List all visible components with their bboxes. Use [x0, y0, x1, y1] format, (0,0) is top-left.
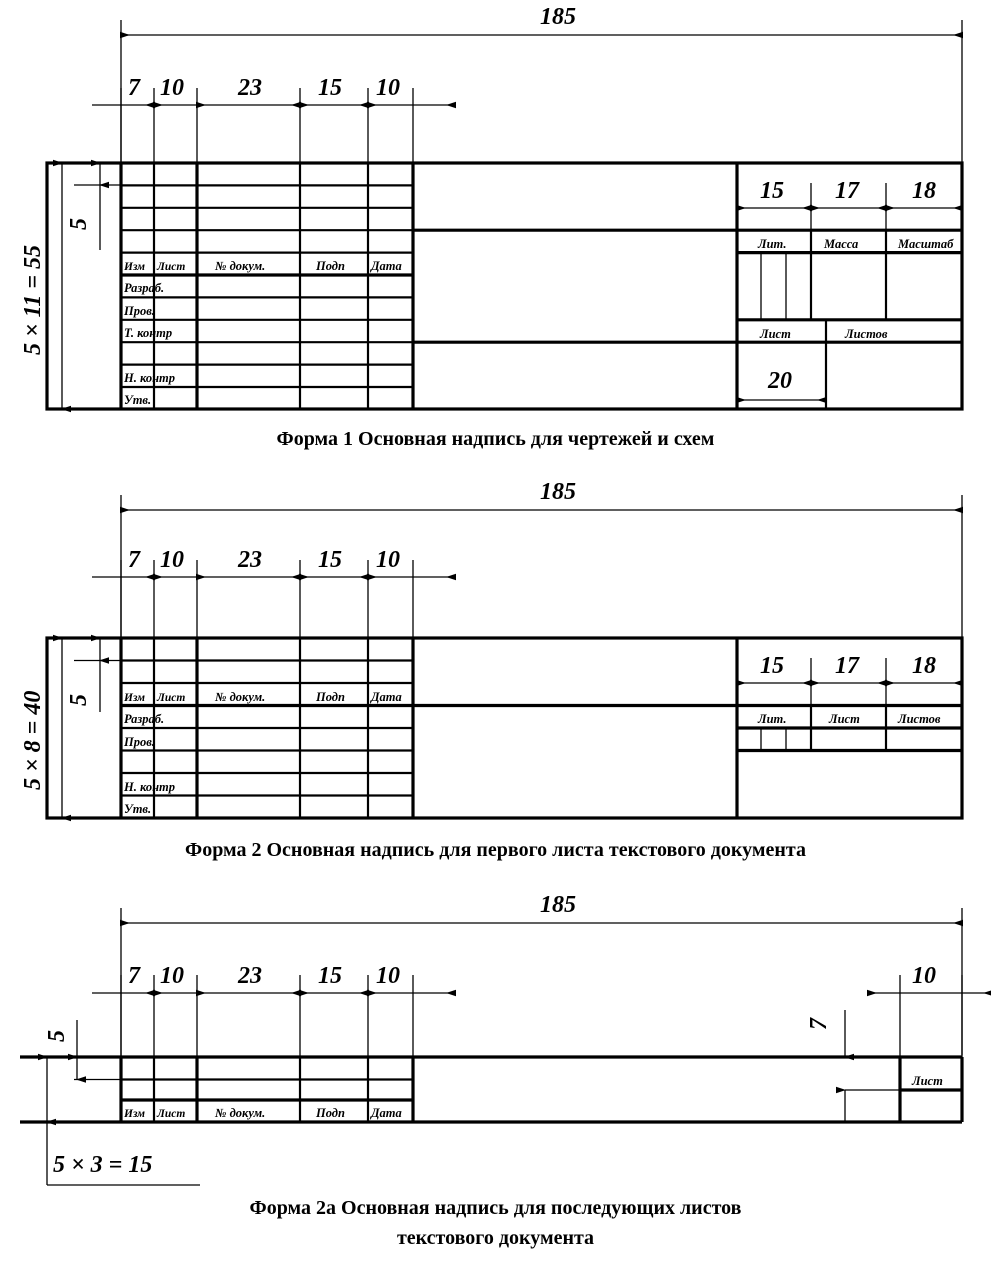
form1-cell-labels: Изм Лист № докум. Подп Дата Разраб. Пров… — [123, 237, 954, 407]
form1-hdr-list: Лист — [156, 261, 185, 273]
form2a-hdr-izm: Изм — [123, 1108, 145, 1120]
form1-lbl-lit: Лит. — [757, 237, 787, 251]
form2a-dim-col-10b: 10 — [376, 963, 400, 989]
form2-hdr-data: Дата — [370, 690, 402, 704]
form1-caption: Форма 1 Основная надпись для чертежей и … — [276, 428, 715, 450]
form1-dim-col-10a: 10 — [160, 75, 184, 101]
form2a-hdr-list: Лист — [156, 1108, 185, 1120]
form2-group: 185 7 10 23 15 10 5 × 8 = 40 5 15 17 18 … — [20, 479, 964, 822]
form1-dim-row-5: 5 — [66, 218, 92, 230]
form1-lbl-massa: Масса — [823, 237, 858, 251]
form2a-dim-right-10: 10 — [912, 963, 936, 989]
form2a-dim-height: 5 × 3 = 15 5 — [20, 1020, 200, 1186]
form2-dim-row-5: 5 — [66, 694, 92, 706]
form1-role-nkontr: Н. контр — [123, 371, 175, 385]
form2a-hdr-podp: Подп — [315, 1106, 345, 1120]
form2a-cell-labels: Изм Лист № докум. Подп Дата — [123, 1106, 402, 1120]
form1-dim-columns: 7 10 23 15 10 — [92, 75, 456, 170]
form2-hdr-podp: Подп — [315, 690, 345, 704]
form1-role-prov: Пров. — [123, 304, 155, 318]
form1-dim-col-23: 23 — [237, 75, 262, 101]
form2a-caption-line2: текстового документа — [396, 1227, 595, 1249]
form2-role-razrab: Разраб. — [124, 712, 164, 726]
form2-caption: Форма 2 Основная надпись для первого лис… — [185, 839, 806, 861]
form2-left-rows — [121, 659, 413, 797]
form1-dim-20: 20 — [736, 368, 827, 404]
form1-hdr-podp: Подп — [315, 259, 345, 273]
form2-dim-185-label: 185 — [540, 479, 576, 505]
form2-lbl-listov: Листов — [897, 712, 941, 726]
form1-role-utv: Утв. — [124, 393, 151, 407]
form2-role-prov: Пров. — [123, 735, 155, 749]
form1-hdr-izm: Изм — [123, 261, 145, 273]
form2-dim-right-18: 18 — [912, 653, 936, 679]
form2a-dim-col-15: 15 — [318, 963, 342, 989]
form2a-dim-col-10a: 10 — [160, 963, 184, 989]
form1-group: 185 7 10 23 15 10 5 × 11 = 55 5 15 17 18… — [20, 4, 964, 413]
form2-dim-right-15: 15 — [760, 653, 784, 679]
form2-dim-height: 5 × 8 = 40 5 — [20, 634, 121, 822]
form1-dim-col-15: 15 — [318, 75, 342, 101]
form1-left-rows — [121, 184, 413, 389]
form1-dim-185-label: 185 — [540, 4, 576, 30]
drawing-sheet: .thk{stroke:#000;stroke-width:3.2;fill:n… — [0, 0, 991, 1273]
form1-role-tkontr: Т. контр — [124, 326, 172, 340]
form2a-dim-col-23: 23 — [237, 963, 262, 989]
form2a-dim-col-7: 7 — [128, 963, 141, 989]
form2a-hdr-ndoc: № докум. — [215, 1106, 265, 1120]
form1-dim-col-7: 7 — [128, 75, 141, 101]
form1-hdr-data: Дата — [370, 259, 402, 273]
form2-dim-columns: 7 10 23 15 10 — [92, 547, 456, 645]
form2a-hdr-data: Дата — [370, 1106, 402, 1120]
form2a-caption-line1: Форма 2а Основная надпись для последующи… — [249, 1197, 742, 1219]
form1-dim-height: 5 × 11 = 55 5 — [20, 159, 121, 413]
form1-dim-right: 15 17 18 — [736, 178, 963, 230]
form2-dim-col-7: 7 — [128, 547, 141, 573]
form2-hdr-list: Лист — [156, 692, 185, 704]
form2-dim-col-15: 15 — [318, 547, 342, 573]
form1-lbl-masshtab: Масштаб — [897, 237, 954, 251]
form2a-dim-columns: 7 10 23 15 10 — [92, 963, 456, 1060]
form2a-left-rows — [121, 1078, 413, 1102]
form2-role-nkontr: Н. контр — [123, 780, 175, 794]
form2-dim-col-23: 23 — [237, 547, 262, 573]
form2-dim-col-10b: 10 — [376, 547, 400, 573]
form2-lbl-lit: Лит. — [757, 712, 787, 726]
form2-dim-right: 15 17 18 — [736, 653, 963, 706]
form1-hdr-ndoc: № докум. — [215, 259, 265, 273]
form1-dim-right-15: 15 — [760, 178, 784, 204]
form1-lbl-listov: Листов — [844, 327, 888, 341]
form1-dim-col-10b: 10 — [376, 75, 400, 101]
form1-role-razrab: Разраб. — [124, 281, 164, 295]
form2a-dim-right-7: 7 — [806, 1017, 832, 1030]
form2a-right-block: Лист — [845, 1057, 962, 1122]
form2-hdr-ndoc: № докум. — [215, 690, 265, 704]
form2-dim-right-17: 17 — [835, 653, 860, 679]
form2-lbl-list: Лист — [828, 712, 860, 726]
form2-hdr-izm: Изм — [123, 692, 145, 704]
technical-drawing-svg: .thk{stroke:#000;stroke-width:3.2;fill:n… — [20, 4, 991, 1186]
form1-lbl-list: Лист — [759, 327, 791, 341]
form2a-dim-height-label: 5 × 3 = 15 — [53, 1152, 152, 1178]
form2-role-utv: Утв. — [124, 802, 151, 816]
form1-dim-right-18: 18 — [912, 178, 936, 204]
form2-cell-labels: Изм Лист № докум. Подп Дата Разраб. Пров… — [123, 690, 941, 816]
form1-dim-right-17: 17 — [835, 178, 860, 204]
form2-dim-height-label: 5 × 8 = 40 — [20, 691, 46, 790]
form1-middle-field — [413, 228, 737, 344]
form2a-dim-row-5: 5 — [44, 1030, 70, 1042]
form2-dim-col-10a: 10 — [160, 547, 184, 573]
form1-dim-height-label: 5 × 11 = 55 — [20, 245, 46, 355]
form1-dim-20-label: 20 — [767, 368, 792, 394]
form2a-dim-185-label: 185 — [540, 892, 576, 918]
form2a-lbl-list: Лист — [911, 1074, 943, 1088]
form2a-group: 185 7 10 23 15 10 5 × 3 = 15 5 Лист 10 7… — [20, 892, 991, 1186]
form1-outer-frame — [45, 161, 964, 411]
